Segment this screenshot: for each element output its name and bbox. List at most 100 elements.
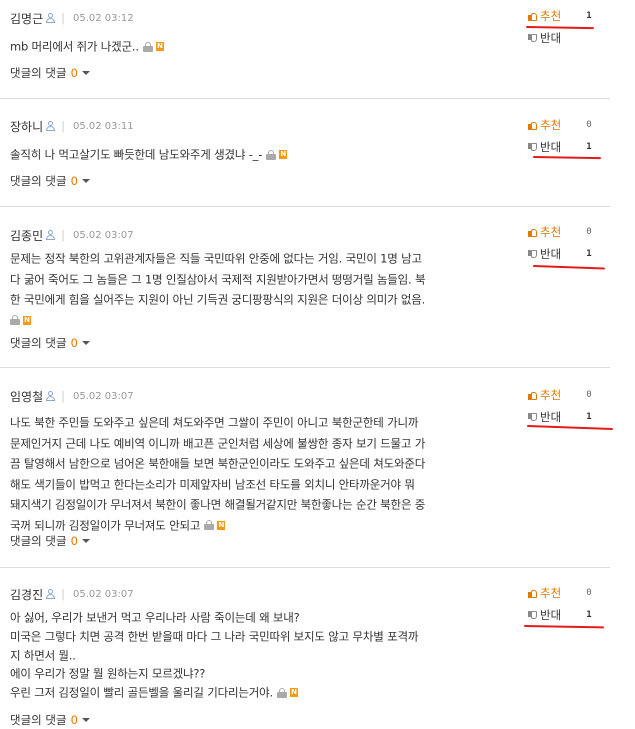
new-badge-icon: N (279, 150, 288, 159)
comment-body: 아 싫어, 우리가 보낸거 먹고 우리나라 사람 죽이는데 왜 보내? 미국은 … (10, 608, 495, 702)
chevron-down-icon (81, 179, 90, 183)
comment-time: 05.02 03:07 (73, 588, 134, 600)
oppose-label: 반대 (540, 410, 562, 424)
user-profile-icon[interactable] (46, 230, 56, 240)
reply-toggle[interactable]: 댓글의 댓글 0 (10, 173, 90, 189)
lock-icon (10, 315, 20, 325)
oppose-button[interactable]: 반대 1 (528, 140, 592, 154)
user-profile-icon[interactable] (46, 13, 56, 23)
comment-author[interactable]: 김종민 (10, 227, 43, 244)
comment-time: 05.02 03:12 (73, 12, 134, 24)
comment-body: 문제는 정작 북한의 고위관계자들은 직들 국민따위 안중에 없다는 거임. 국… (10, 248, 495, 330)
reply-count: 0 (70, 713, 78, 727)
red-annotation-underline (532, 265, 605, 270)
comment-item: 김경진 | 05.02 03:07 아 싫어, 우리가 보낸거 먹고 우리나라 … (0, 568, 610, 729)
red-annotation-underline (525, 26, 595, 30)
comment-line: 한 국민에게 힘을 실어주는 지원이 아닌 기득권 궁디팡팡식의 지원은 더이상… (10, 292, 426, 307)
comment-body: 나도 북한 주민들 도와주고 싶은데 쳐도와주면 그쌀이 주민이 아니고 북한군… (10, 412, 495, 535)
reply-label: 댓글의 댓글 (10, 174, 67, 188)
comment-line: 돼지색기 김정일이가 무너져서 북한이 좋나면 해결될거같지만 북한좋나는 순간… (10, 497, 426, 512)
thumbs-down-icon (528, 33, 537, 43)
comment-item: 임영철 | 05.02 03:07 나도 북한 주민들 도와주고 싶은데 쳐도와… (0, 368, 613, 567)
red-annotation-underline (526, 425, 613, 431)
recommend-count: 0 (586, 588, 592, 598)
reply-toggle[interactable]: 댓글의 댓글 0 (10, 712, 90, 728)
meta-divider: | (61, 11, 65, 25)
comment-line: 문제는 정작 북한의 고위관계자들은 직들 국민따위 안중에 없다는 거임. 국… (10, 251, 422, 266)
comment-author[interactable]: 장하니 (10, 118, 43, 135)
lock-icon (142, 41, 153, 52)
oppose-count: 1 (586, 142, 592, 152)
comment-line: 다 굶어 죽어도 그 놈들은 그 1명 인질삼아서 국제적 지원받아가면서 떵떵… (10, 272, 426, 286)
thumbs-up-icon (528, 12, 537, 21)
user-profile-icon[interactable] (46, 391, 56, 401)
new-badge-icon: N (289, 688, 298, 697)
oppose-label: 반대 (540, 140, 562, 154)
thumbs-up-icon (528, 589, 537, 598)
reply-toggle[interactable]: 댓글의 댓글 0 (10, 65, 90, 81)
reply-label: 댓글의 댓글 (10, 66, 67, 80)
recommend-button[interactable]: 추천 0 (528, 225, 592, 239)
oppose-count: 1 (586, 610, 592, 620)
reply-count: 0 (70, 336, 78, 350)
oppose-label: 반대 (540, 247, 562, 261)
recommend-count: 0 (586, 227, 592, 237)
comment-meta: 김명근 | 05.02 03:12 (10, 10, 134, 26)
comment-line: 국꺼 되니까 김정일이가 무너져도 안되고 (10, 518, 201, 532)
comment-line: 지 하면서 뭘.. (10, 647, 76, 662)
meta-divider: | (61, 119, 65, 133)
comment-line: 우린 그저 김정일이 빨리 골든벨을 울리길 기다리는거야. (10, 685, 273, 700)
recommend-button[interactable]: 추천 0 (528, 388, 592, 402)
comment-line: 아 싫어, 우리가 보낸거 먹고 우리나라 사람 죽이는데 왜 보내? (10, 610, 300, 625)
recommend-button[interactable]: 추천 1 (528, 9, 592, 23)
comment-meta: 임영철 | 05.02 03:07 (10, 388, 134, 404)
lock-icon (204, 520, 215, 530)
comment-line: 끔 탈영해서 남한으로 넘어온 북한애들 보면 북한군인이라도 도와주고 싶은데… (10, 456, 426, 471)
new-badge-icon: N (155, 42, 164, 51)
comment-body: 솔직히 나 먹고살기도 빠듯한데 남도와주게 생겼냐 -_- N (10, 144, 495, 165)
recommend-button[interactable]: 추천 0 (528, 586, 592, 600)
recommend-count: 1 (586, 11, 592, 21)
comment-item: 김명근 | 05.02 03:12 mb 머리에서 쥐가 나겠군.. N 댓글의 … (0, 0, 610, 98)
comment-author[interactable]: 임영철 (10, 388, 43, 405)
oppose-button[interactable]: 반대 1 (528, 247, 592, 261)
comment-line: 에이 우리가 정말 뭘 원하는지 모르겠냐?? (10, 666, 206, 681)
thumbs-down-icon (528, 249, 537, 259)
thumbs-up-icon (528, 228, 537, 237)
comment-body: mb 머리에서 쥐가 나겠군.. N (10, 36, 495, 57)
comment-line: 솔직히 나 먹고살기도 빠듯한데 남도와주게 생겼냐 -_- (10, 147, 263, 162)
user-profile-icon[interactable] (46, 589, 56, 599)
oppose-button[interactable]: 반대 1 (528, 608, 592, 622)
reply-label: 댓글의 댓글 (10, 713, 67, 727)
comment-author[interactable]: 김경진 (10, 586, 43, 603)
thumbs-down-icon (528, 142, 537, 152)
comment-item: 김종민 | 05.02 03:07 문제는 정작 북한의 고위관계자들은 직들 … (0, 207, 610, 367)
lock-icon (266, 149, 277, 160)
oppose-button[interactable]: 반대 1 (528, 410, 592, 424)
recommend-button[interactable]: 추천 0 (528, 118, 592, 132)
comment-line: 나도 북한 주민들 도와주고 싶은데 쳐도와주면 그쌀이 주민이 아니고 북한군… (10, 415, 419, 430)
chevron-down-icon (81, 71, 90, 75)
red-annotation-underline (532, 156, 602, 160)
comment-line: 미국은 그렇다 치면 공격 한번 받을때 마다 그 나라 국민따위 보지도 않고… (10, 629, 419, 643)
recommend-label: 추천 (540, 225, 562, 239)
thumbs-down-icon (528, 610, 537, 620)
comment-meta: 김경진 | 05.02 03:07 (10, 586, 134, 602)
reply-toggle[interactable]: 댓글의 댓글 0 (10, 335, 90, 351)
reply-count: 0 (70, 66, 78, 80)
meta-divider: | (61, 228, 65, 242)
chevron-down-icon (81, 718, 90, 722)
comment-author[interactable]: 김명근 (10, 10, 43, 27)
reply-label: 댓글의 댓글 (10, 534, 67, 548)
comment-meta: 장하니 | 05.02 03:11 (10, 118, 134, 134)
comment-line: 문제인거지 근데 나도 예비역 이니까 배고픈 군인처럼 세상에 불쌍한 종자 … (10, 436, 426, 450)
oppose-button[interactable]: 반대 (528, 31, 578, 45)
lock-icon (276, 687, 287, 698)
thumbs-up-icon (528, 391, 537, 400)
new-badge-icon: N (217, 520, 226, 530)
chevron-down-icon (81, 341, 90, 345)
reply-toggle[interactable]: 댓글의 댓글 0 (10, 533, 90, 549)
oppose-label: 반대 (540, 608, 562, 622)
user-profile-icon[interactable] (46, 121, 56, 131)
oppose-label: 반대 (540, 31, 562, 45)
